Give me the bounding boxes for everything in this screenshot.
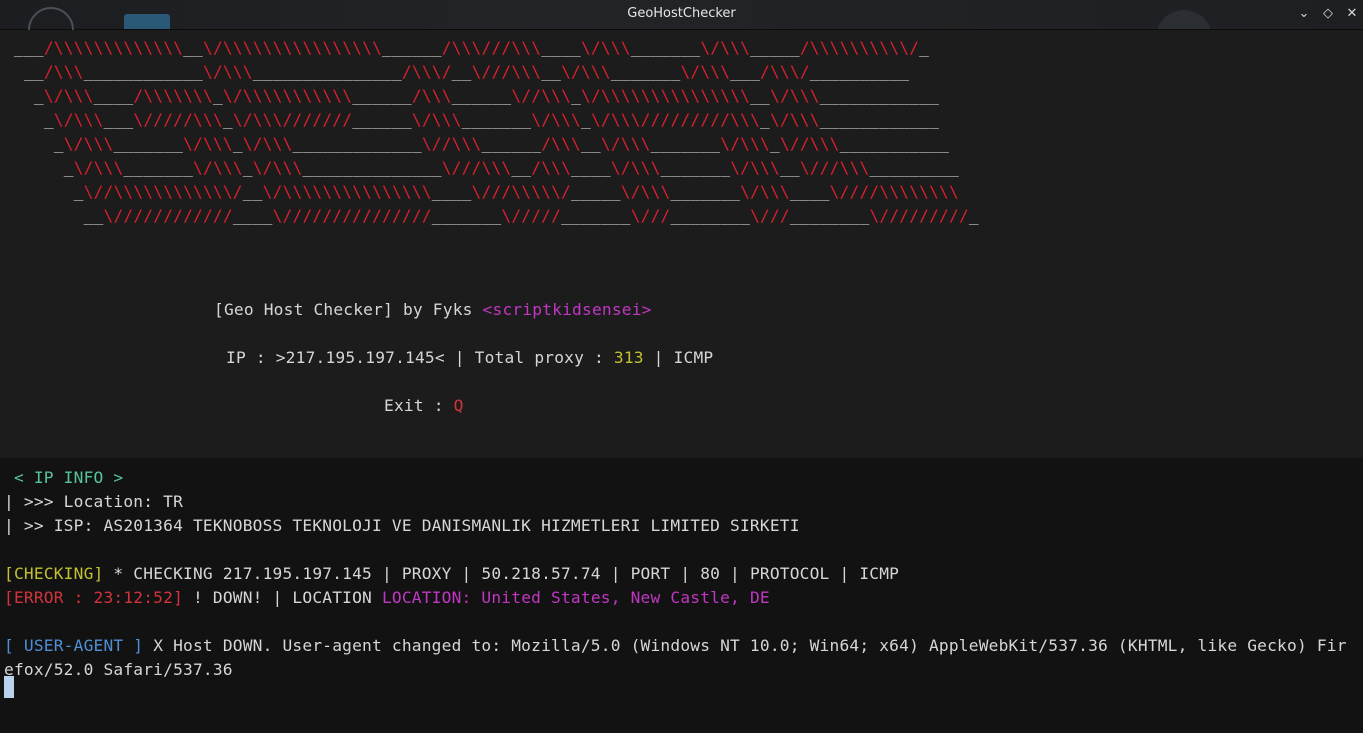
total-proxy-count: 313 (613, 348, 644, 367)
mode-label: | ICMP (643, 348, 714, 367)
ip-location-line: | >>> Location: TR (4, 492, 184, 511)
useragent-tag: [ USER-AGENT ] (4, 636, 144, 655)
banner-line: __/\\\____________\/\\\_______________/\… (14, 62, 910, 81)
ip-isp-line: | >> ISP: AS201364 TEKNOBOSS TEKNOLOJI V… (4, 516, 800, 535)
error-line: [ERROR : 23:12:52] ! DOWN! | LOCATION LO… (4, 586, 770, 610)
close-button[interactable]: ✕ (1343, 5, 1361, 23)
banner-line: _\/\\\___\/////\\\_\/\\\///////______\/\… (14, 110, 940, 129)
checking-text: * CHECKING 217.195.197.145 | PROXY | 50.… (103, 564, 900, 583)
error-tag: [ERROR : 23:12:52] (4, 588, 184, 607)
banner-line: _\//\\\\\\\\\\\\/__\/\\\\\\\\\\\\\\\____… (14, 182, 959, 201)
author-handle: <scriptkidsensei> (482, 300, 652, 319)
useragent-text: X Host DOWN. User-agent changed to: Mozi… (143, 636, 1347, 655)
banner-line: _\/\\\_______\/\\\_\/\\\_____________\//… (14, 134, 950, 153)
window-titlebar[interactable]: GeoHostChecker ⌄ ◇ ✕ (0, 0, 1363, 32)
window-title: GeoHostChecker (627, 6, 736, 21)
app-name: [Geo Host Checker] by Fyks (214, 300, 483, 319)
ip-label: IP : (226, 348, 276, 367)
checking-tag: [CHECKING] (4, 564, 104, 583)
ip-info-heading: < IP INFO > (4, 468, 124, 487)
exit-label: Exit : (384, 396, 454, 415)
exit-key: Q (453, 396, 464, 415)
status-line: IP : >217.195.197.145< | Total proxy : 3… (226, 346, 713, 370)
banner-line: ___/\\\\\\\\\\\\\__\/\\\\\\\\\\\\\\\\___… (14, 38, 930, 57)
exit-line: Exit : Q (384, 394, 464, 418)
banner-line: __\////////////____\///////////////_____… (14, 206, 979, 225)
close-icon: ✕ (1346, 6, 1358, 21)
error-location: LOCATION: United States, New Castle, DE (381, 588, 770, 607)
banner-line: _\/\\\____/\\\\\\\_\/\\\\\\\\\\\______/\… (14, 86, 940, 105)
useragent-line-wrap: efox/52.0 Safari/537.36 (4, 660, 233, 679)
diamond-icon: ◇ (1323, 6, 1333, 21)
terminal-cursor (4, 676, 14, 698)
minimize-button[interactable]: ⌄ (1295, 5, 1313, 23)
maximize-button[interactable]: ◇ (1319, 5, 1337, 23)
total-proxy-label: | Total proxy : (444, 348, 614, 367)
error-text: ! DOWN! | LOCATION (183, 588, 382, 607)
banner-line: _\/\\\_______\/\\\_\/\\\______________\/… (14, 158, 959, 177)
useragent-line: [ USER-AGENT ] X Host DOWN. User-agent c… (4, 634, 1347, 658)
checking-line: [CHECKING] * CHECKING 217.195.197.145 | … (4, 562, 899, 586)
app-credit-line: [Geo Host Checker] by Fyks <scriptkidsen… (214, 298, 652, 322)
chevron-down-icon: ⌄ (1298, 6, 1310, 21)
ip-value: >217.195.197.145< (275, 348, 445, 367)
